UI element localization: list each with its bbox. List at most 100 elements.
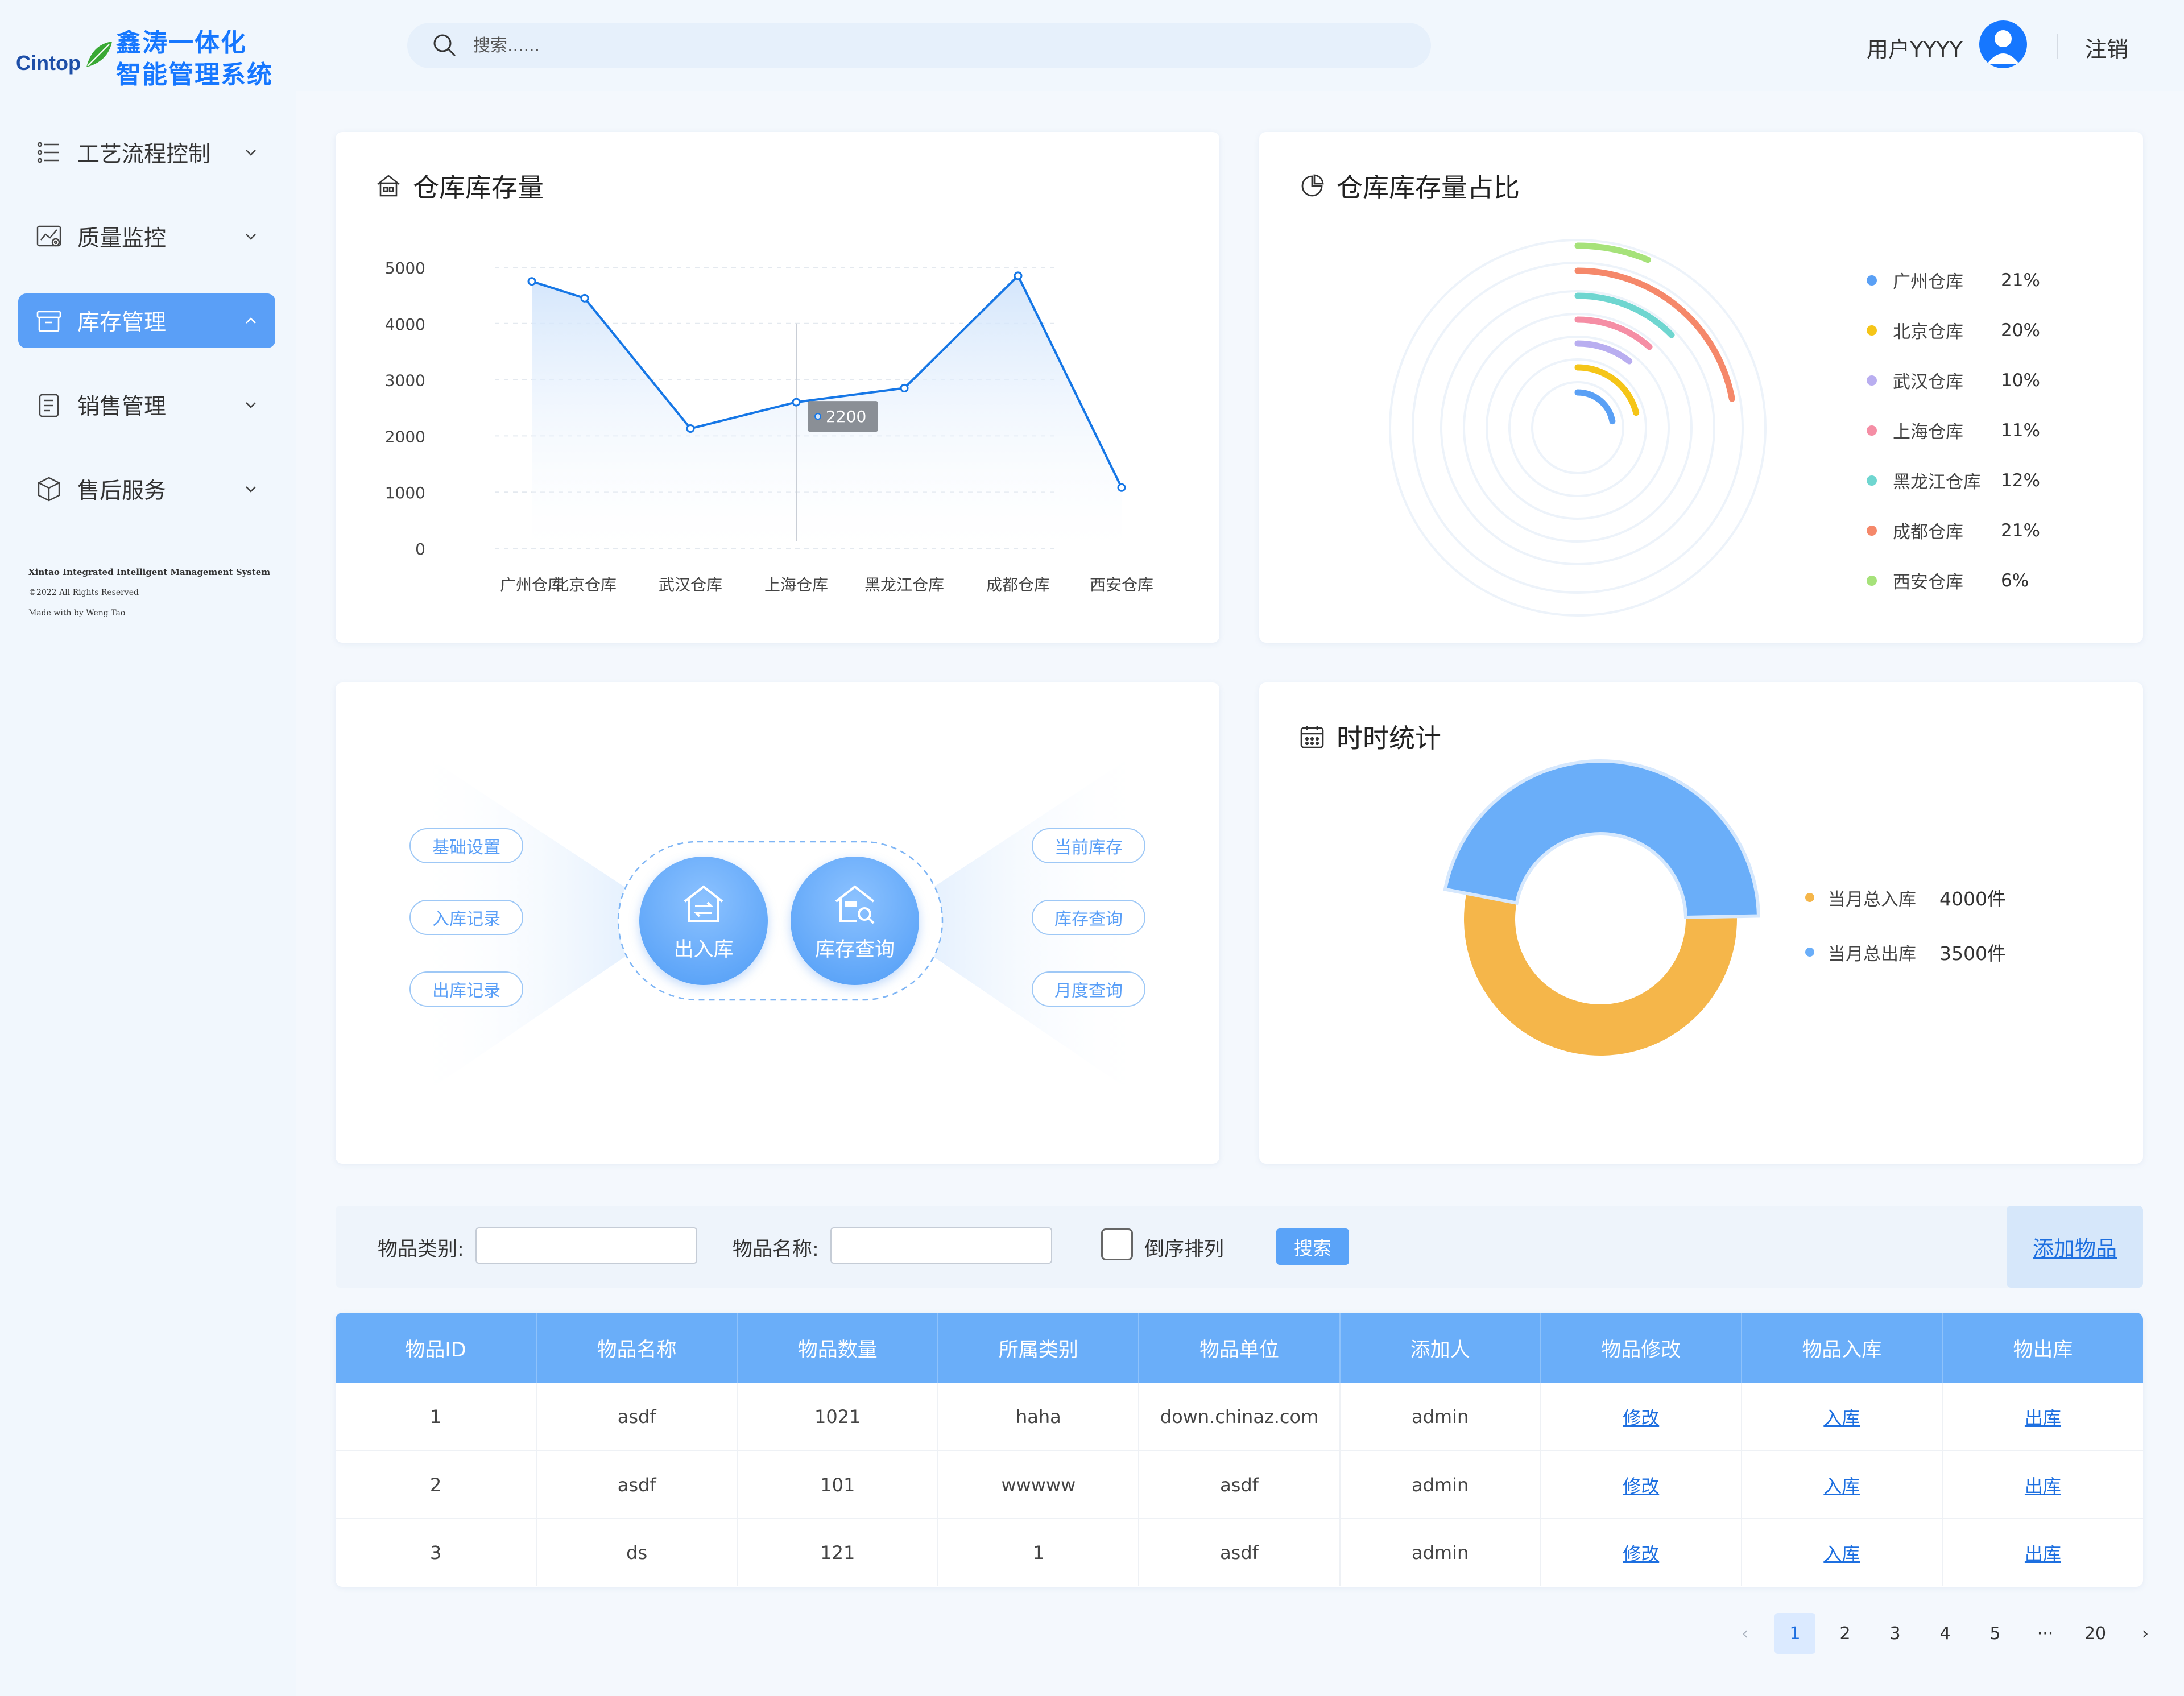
inbound-link[interactable]: 入库 <box>1823 1475 1860 1497</box>
inventory-box-icon <box>36 311 61 332</box>
tooltip-value: 2200 <box>826 407 866 426</box>
user-name[interactable]: 用户YYYY <box>1867 32 1963 63</box>
inbound-link[interactable]: 入库 <box>1823 1543 1860 1565</box>
sidebar-item-label: 售后服务 <box>77 478 167 504</box>
edit-link[interactable]: 修改 <box>1623 1475 1659 1497</box>
legend-value: 12% <box>2001 470 2040 491</box>
reverse-order-checkbox[interactable] <box>1101 1228 1133 1260</box>
table-cell: admin <box>1339 1519 1541 1586</box>
legend-item: 广州仓库 21% <box>1867 267 2040 293</box>
table-cell: 修改 <box>1540 1519 1742 1586</box>
stock-search-button[interactable]: 库存查询 <box>791 857 919 985</box>
avatar[interactable] <box>1979 20 2027 68</box>
quality-chart-icon <box>36 225 61 247</box>
legend-label: 武汉仓库 <box>1893 372 1963 392</box>
col-category: 所属类别 <box>938 1313 1140 1383</box>
legend-swatch <box>1867 325 1877 336</box>
next-page-button[interactable]: › <box>2125 1613 2166 1654</box>
search-icon <box>433 34 456 57</box>
stock-query-button[interactable]: 库存查询 <box>1032 900 1145 935</box>
legend-item: 上海仓库 11% <box>1867 417 2040 443</box>
sales-clipboard-icon <box>39 394 59 417</box>
y-tick-label: 5000 <box>385 259 425 278</box>
item-name-input[interactable] <box>830 1227 1052 1264</box>
x-tick-label: 上海仓库 <box>764 576 828 594</box>
donut-segment <box>1443 759 1761 920</box>
data-point <box>527 277 536 286</box>
category-input[interactable] <box>475 1227 697 1264</box>
sidebar-item-inventory[interactable]: 库存管理 <box>18 293 275 348</box>
data-point <box>1014 271 1023 280</box>
header: 用户YYYY 注销 <box>296 0 2184 91</box>
radial-ring <box>1486 336 1670 520</box>
logo[interactable]: Cintop 鑫涛一体化 智能管理系统 <box>14 23 287 97</box>
inbound-records-button[interactable]: 入库记录 <box>410 900 523 935</box>
in-out-stock-button[interactable]: 出入库 <box>639 857 768 985</box>
current-stock-button[interactable]: 当前库存 <box>1032 828 1145 863</box>
sidebar-item-process[interactable]: 工艺流程控制 <box>18 125 275 180</box>
inbound-link[interactable]: 入库 <box>1823 1407 1860 1429</box>
col-unit: 物品单位 <box>1139 1313 1341 1383</box>
table-cell: haha <box>938 1383 1140 1451</box>
chevron-down-icon <box>246 234 256 240</box>
page-button[interactable]: 4 <box>1925 1613 1966 1654</box>
in-out-stock-label: 出入库 <box>673 938 734 961</box>
add-item-button[interactable]: 添加物品 <box>2007 1206 2143 1288</box>
tooltip: 2200 <box>808 401 878 432</box>
outbound-link[interactable]: 出库 <box>2025 1475 2061 1497</box>
page-button[interactable]: 3 <box>1875 1613 1916 1654</box>
legend-value: 11% <box>2001 420 2040 441</box>
legend-item: 当月总入库 4000件 <box>1805 884 2006 911</box>
sidebar-footer: Xintao Integrated Intelligent Management… <box>28 562 270 623</box>
table-row: 2 asdf 101 wwwww asdf admin 修改 入库 出库 <box>336 1451 2143 1519</box>
leaf-icon <box>86 42 112 67</box>
basic-settings-button[interactable]: 基础设置 <box>410 828 523 863</box>
edit-link[interactable]: 修改 <box>1623 1407 1659 1429</box>
outbound-records-button[interactable]: 出库记录 <box>410 971 523 1007</box>
edit-link[interactable]: 修改 <box>1623 1543 1659 1565</box>
page-button[interactable]: 1 <box>1774 1613 1815 1654</box>
search-input[interactable] <box>473 35 1326 56</box>
col-item-name: 物品名称 <box>536 1313 738 1383</box>
arc-segment <box>1574 389 1616 425</box>
legend-swatch <box>1867 475 1877 486</box>
page-button[interactable]: 2 <box>1825 1613 1866 1654</box>
table-row: 3 ds 121 1 asdf admin 修改 入库 出库 <box>336 1519 2143 1586</box>
legend-swatch <box>1867 425 1877 436</box>
table-cell: 3 <box>336 1519 537 1586</box>
data-point <box>580 293 589 303</box>
y-tick-label: 4000 <box>385 315 425 334</box>
monthly-query-button[interactable]: 月度查询 <box>1032 971 1145 1007</box>
page-button[interactable]: 5 <box>1975 1613 2016 1654</box>
table-cell: 1 <box>336 1383 537 1451</box>
legend-label: 当月总入库 <box>1828 889 1916 910</box>
legend-item: 西安仓库 6% <box>1867 568 2029 593</box>
footer-system-name: Xintao Integrated Intelligent Management… <box>28 567 271 577</box>
table-cell: 入库 <box>1741 1519 1943 1586</box>
category-label: 物品类别: <box>378 1238 464 1261</box>
warehouse-search-icon <box>835 884 875 924</box>
user-icon <box>1987 30 2019 64</box>
sidebar-item-service[interactable]: 售后服务 <box>18 462 275 516</box>
page-button[interactable]: 20 <box>2075 1613 2116 1654</box>
table-cell: asdf <box>536 1451 738 1519</box>
table-cell: 121 <box>737 1519 939 1586</box>
legend-value: 3500件 <box>1939 942 2006 965</box>
table-cell: 修改 <box>1540 1451 1742 1519</box>
outbound-link[interactable]: 出库 <box>2025 1543 2061 1565</box>
sidebar-item-quality[interactable]: 质量监控 <box>18 209 275 264</box>
logout-link[interactable]: 注销 <box>2085 32 2128 63</box>
sidebar-item-sales[interactable]: 销售管理 <box>18 378 275 432</box>
legend-label: 上海仓库 <box>1893 422 1963 442</box>
search-bar[interactable] <box>407 23 1431 68</box>
legend-label: 北京仓库 <box>1893 322 1963 342</box>
item-name-label: 物品名称: <box>733 1238 819 1261</box>
search-button[interactable]: 搜索 <box>1276 1228 1349 1265</box>
chevron-down-icon <box>246 402 256 408</box>
x-tick-label: 北京仓库 <box>553 576 617 594</box>
outbound-link[interactable]: 出库 <box>2025 1407 2061 1429</box>
table-cell: admin <box>1339 1383 1541 1451</box>
col-outbound: 物出库 <box>2013 1338 2073 1362</box>
radial-ring <box>1508 358 1647 497</box>
prev-page-button[interactable]: ‹ <box>1724 1613 1765 1654</box>
